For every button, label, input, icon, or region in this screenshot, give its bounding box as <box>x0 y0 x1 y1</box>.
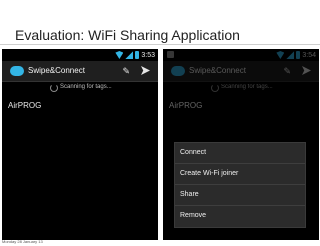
scan-status-bar: Scanning for tags... <box>2 82 158 94</box>
menu-item-label: Share <box>180 191 199 198</box>
title-divider <box>0 44 320 45</box>
menu-item-connect[interactable]: Connect <box>175 143 305 164</box>
app-icon[interactable] <box>10 66 24 76</box>
signal-icon <box>125 51 134 59</box>
list-item-airprog[interactable]: AirPROG <box>8 101 41 110</box>
battery-icon <box>135 51 140 59</box>
slide-title: Evaluation: WiFi Sharing Application <box>15 27 240 43</box>
pen-icon[interactable]: ✎ <box>122 66 130 76</box>
action-bar: Swipe&Connect ✎ <box>2 61 158 82</box>
menu-item-label: Remove <box>180 212 207 219</box>
phone-screenshot-left: 3:53 Swipe&Connect ✎ Scanning for tags..… <box>2 49 158 240</box>
send-icon[interactable] <box>141 66 150 75</box>
slide-footer-date: Monday 28 January 13 <box>2 239 43 244</box>
context-menu: Connect Create Wi-Fi joiner Share Remove <box>174 142 306 228</box>
phone-screenshot-right: 3:54 Swipe&Connect ✎ Scanning for tags..… <box>163 49 319 240</box>
wifi-icon <box>115 51 124 59</box>
menu-item-create-wifi-joiner[interactable]: Create Wi-Fi joiner <box>175 164 305 185</box>
spinner-icon <box>50 84 58 92</box>
scan-status-text: Scanning for tags... <box>60 84 112 90</box>
status-icons: 3:53 <box>115 50 155 60</box>
menu-item-remove[interactable]: Remove <box>175 206 305 227</box>
app-title: Swipe&Connect <box>28 66 85 75</box>
status-time: 3:53 <box>141 51 155 59</box>
menu-item-share[interactable]: Share <box>175 185 305 206</box>
status-bar: 3:53 <box>2 49 158 61</box>
menu-item-label: Connect <box>180 149 207 156</box>
menu-item-label: Create Wi-Fi joiner <box>180 170 239 177</box>
